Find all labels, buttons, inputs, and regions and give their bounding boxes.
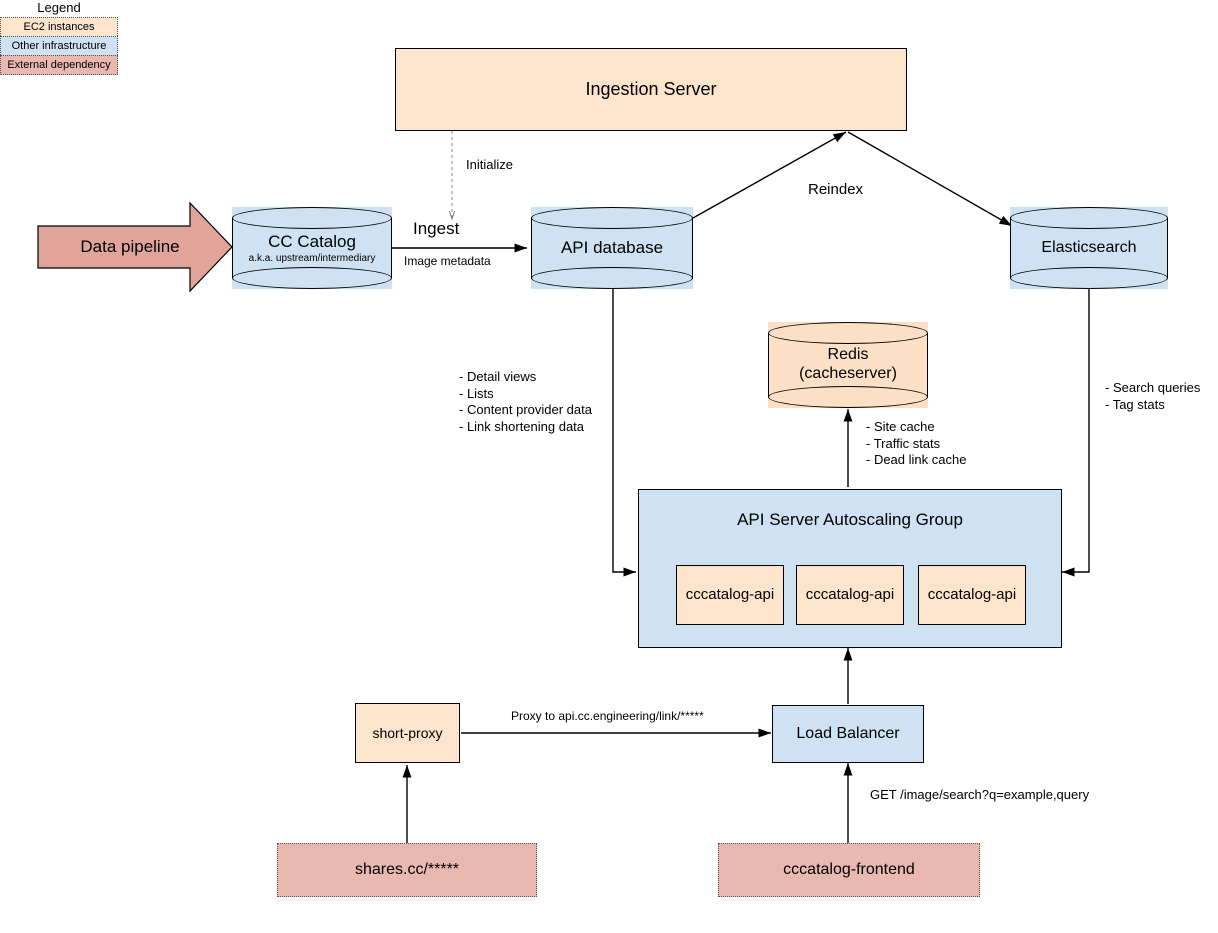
redis-label-secondary: (cacheserver) <box>799 365 897 382</box>
node-api-database: API database <box>531 207 693 289</box>
short-proxy-label: short-proxy <box>372 724 443 741</box>
cc-catalog-label: CC Catalog <box>268 231 356 251</box>
node-data-pipeline: Data pipeline <box>55 232 205 262</box>
edge-label-redis-usage: - Site cache - Traffic stats - Dead link… <box>866 419 967 468</box>
legend-item-infrastructure: Other infrastructure <box>0 36 118 55</box>
node-shares-cc: shares.cc/***** <box>277 843 537 897</box>
edge-label-elasticsearch-usage: - Search queries - Tag stats <box>1105 380 1201 412</box>
edge-label-ingest: Ingest <box>413 219 460 238</box>
elasticsearch-label: Elasticsearch <box>1041 238 1137 256</box>
cccatalog-api-2-label: cccatalog-api <box>805 586 895 604</box>
node-load-balancer: Load Balancer <box>772 705 924 763</box>
shares-cc-label: shares.cc/***** <box>354 860 460 878</box>
edge-label-reindex: Reindex <box>808 181 864 198</box>
node-cccatalog-api-2: cccatalog-api <box>796 565 904 625</box>
legend-title: Legend <box>37 0 81 15</box>
legend-item-ec2: EC2 instances <box>0 17 118 36</box>
cccatalog-api-1-label: cccatalog-api <box>685 586 775 604</box>
api-database-label: API database <box>560 237 664 257</box>
ingestion-server-label: Ingestion Server <box>585 78 717 99</box>
legend-item-external: External dependency <box>0 55 118 75</box>
cc-catalog-text: CC Catalog a.k.a. upstream/intermediary <box>232 207 392 289</box>
redis-text: Redis (cacheserver) <box>768 322 928 408</box>
node-ingestion-server: Ingestion Server <box>395 48 907 131</box>
cccatalog-frontend-label: cccatalog-frontend <box>783 860 915 878</box>
edge-label-proxy-link: Proxy to api.cc.engineering/link/***** <box>511 709 704 723</box>
edge-label-get-search: GET /image/search?q=example,query <box>870 787 1090 802</box>
edge-label-image-metadata: Image metadata <box>404 254 491 268</box>
node-cc-catalog: CC Catalog a.k.a. upstream/intermediary <box>232 207 392 289</box>
redis-label: Redis <box>827 346 869 364</box>
elasticsearch-text: Elasticsearch <box>1010 207 1168 289</box>
edge-ingestion-to-elasticsearch <box>847 131 1013 227</box>
node-cccatalog-api-1: cccatalog-api <box>676 565 784 625</box>
data-pipeline-label: Data pipeline <box>80 236 180 256</box>
cc-catalog-subtitle: a.k.a. upstream/intermediary <box>248 252 376 264</box>
edge-api-db-to-asg <box>608 275 636 577</box>
edge-elasticsearch-to-asg <box>1062 288 1090 577</box>
node-redis: Redis (cacheserver) <box>768 322 928 408</box>
asg-label: API Server Autoscaling Group <box>737 510 963 529</box>
node-cccatalog-frontend: cccatalog-frontend <box>718 843 980 897</box>
node-cccatalog-api-3: cccatalog-api <box>918 565 1026 625</box>
cccatalog-api-3-label: cccatalog-api <box>927 586 1017 604</box>
api-database-text: API database <box>531 207 693 289</box>
node-elasticsearch: Elasticsearch <box>1010 207 1168 289</box>
load-balancer-label: Load Balancer <box>796 724 900 742</box>
architecture-diagram: Legend EC2 instances Other infrastructur… <box>0 0 1218 933</box>
node-short-proxy: short-proxy <box>355 703 460 763</box>
legend: Legend EC2 instances Other infrastructur… <box>0 0 118 75</box>
edge-label-initialize: Initialize <box>466 157 513 172</box>
edge-api-db-to-ingestion <box>692 131 847 219</box>
edge-label-api-db-usage: - Detail views - Lists - Content provide… <box>459 369 592 434</box>
